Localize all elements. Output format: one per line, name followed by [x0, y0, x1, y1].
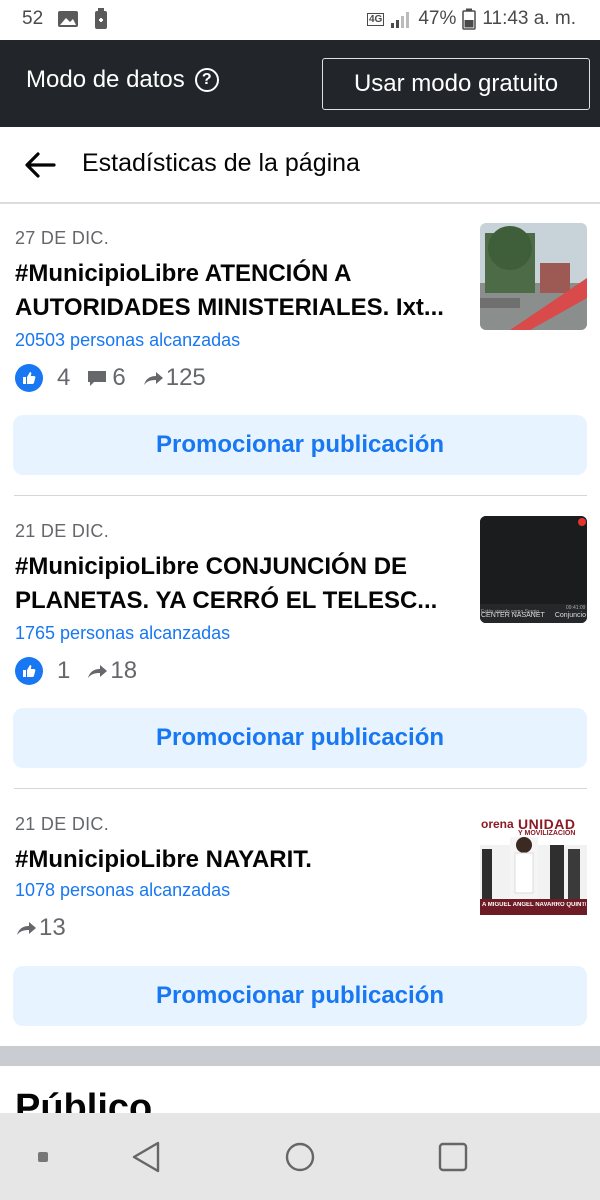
notification-count: 52 [22, 8, 44, 29]
promote-post-button[interactable]: Promocionar publicación [13, 708, 587, 768]
thumbnail-caption-right: Conjuncio [554, 612, 586, 619]
post-stats: 4 6 125 [15, 364, 206, 392]
post-headline[interactable]: #MunicipioLibre CONJUNCIÓN DE PLANETAS. … [15, 550, 467, 618]
page-header: Estadísticas de la página [0, 127, 600, 204]
post-date: 27 DE DIC. [15, 228, 110, 248]
thumbnail-caption: CENTER NASANET Conjuncio [481, 612, 586, 619]
post-card[interactable]: 21 DE DIC. #MunicipioLibre NAYARIT. 1078… [0, 788, 600, 1038]
thumbnail-caption: A MIGUEL ÁNGEL NAVARRO QUINTERO [482, 902, 586, 908]
post-thumbnail[interactable] [480, 223, 587, 330]
clock: 11:43 a. m. [482, 8, 576, 29]
data-mode-label: Modo de datos [26, 66, 185, 93]
like-icon [15, 657, 43, 685]
system-nav-bar [0, 1113, 600, 1200]
post-date: 21 DE DIC. [15, 814, 110, 834]
svg-text:09:41:09: 09:41:09 [566, 605, 586, 611]
share-count: 18 [110, 657, 138, 684]
signal-icon [391, 12, 410, 28]
battery-plus-icon [95, 8, 108, 29]
status-bar-left: 52 [22, 8, 109, 30]
thumbnail-brand: orena [481, 817, 514, 831]
post-reach: 20503 personas alcanzadas [15, 330, 241, 350]
post-thumbnail[interactable]: orena UNIDAD Y MOVILIZACIÓN A MIGUEL ÁNG… [480, 815, 587, 922]
share-count: 125 [165, 364, 206, 391]
post-thumbnail[interactable]: Estás viendo como Sergio 09:41:09 CENTER… [480, 516, 587, 623]
comment-count: 6 [112, 364, 126, 391]
post-card[interactable]: 21 DE DIC. #MunicipioLibre CONJUNCIÓN DE… [0, 495, 600, 788]
network-type: 4G [366, 12, 385, 26]
post-date: 21 DE DIC. [15, 521, 110, 541]
post-headline[interactable]: #MunicipioLibre ATENCIÓN A AUTORIDADES M… [15, 257, 467, 325]
data-mode-bar: Modo de datos ? Usar modo gratuito [0, 40, 600, 127]
status-bar: 52 4G 47% 11:43 a. m. [0, 0, 600, 40]
thumbnail-caption-left: CENTER NASANET [481, 612, 545, 619]
like-icon [15, 364, 43, 392]
share-icon [88, 665, 108, 678]
share-icon [17, 922, 36, 935]
section-separator [0, 1046, 600, 1066]
share-count: 13 [39, 914, 66, 941]
post-stats: 13 [15, 914, 66, 942]
post-headline[interactable]: #MunicipioLibre NAYARIT. [15, 843, 467, 877]
nav-dot-icon[interactable] [37, 1151, 49, 1163]
like-count: 4 [57, 364, 71, 391]
nav-home-icon[interactable] [284, 1141, 316, 1173]
promote-post-button[interactable]: Promocionar publicación [13, 415, 587, 475]
comment-icon [88, 371, 107, 386]
nav-back-icon[interactable] [130, 1140, 162, 1174]
battery-percent: 47% [418, 8, 457, 29]
thumbnail-banner-subtitle: Y MOVILIZACIÓN [518, 830, 576, 837]
info-icon[interactable]: ? [194, 68, 219, 92]
promote-post-button[interactable]: Promocionar publicación [13, 966, 587, 1026]
status-bar-right: 4G 47% 11:43 a. m. [366, 8, 576, 30]
nav-recents-icon[interactable] [438, 1142, 468, 1172]
data-mode-label-group[interactable]: Modo de datos ? [26, 66, 219, 94]
post-card[interactable]: 27 DE DIC. #MunicipioLibre ATENCIÓN A AU… [0, 202, 600, 495]
like-count: 1 [57, 657, 71, 684]
battery-icon [462, 8, 477, 30]
gallery-icon [58, 11, 79, 27]
post-reach: 1078 personas alcanzadas [15, 880, 231, 900]
back-arrow-icon[interactable] [22, 147, 58, 183]
free-mode-button[interactable]: Usar modo gratuito [322, 58, 590, 110]
post-stats: 1 18 [15, 657, 137, 685]
page-title: Estadísticas de la página [82, 149, 360, 177]
post-reach: 1765 personas alcanzadas [15, 623, 231, 643]
share-icon [143, 372, 163, 385]
